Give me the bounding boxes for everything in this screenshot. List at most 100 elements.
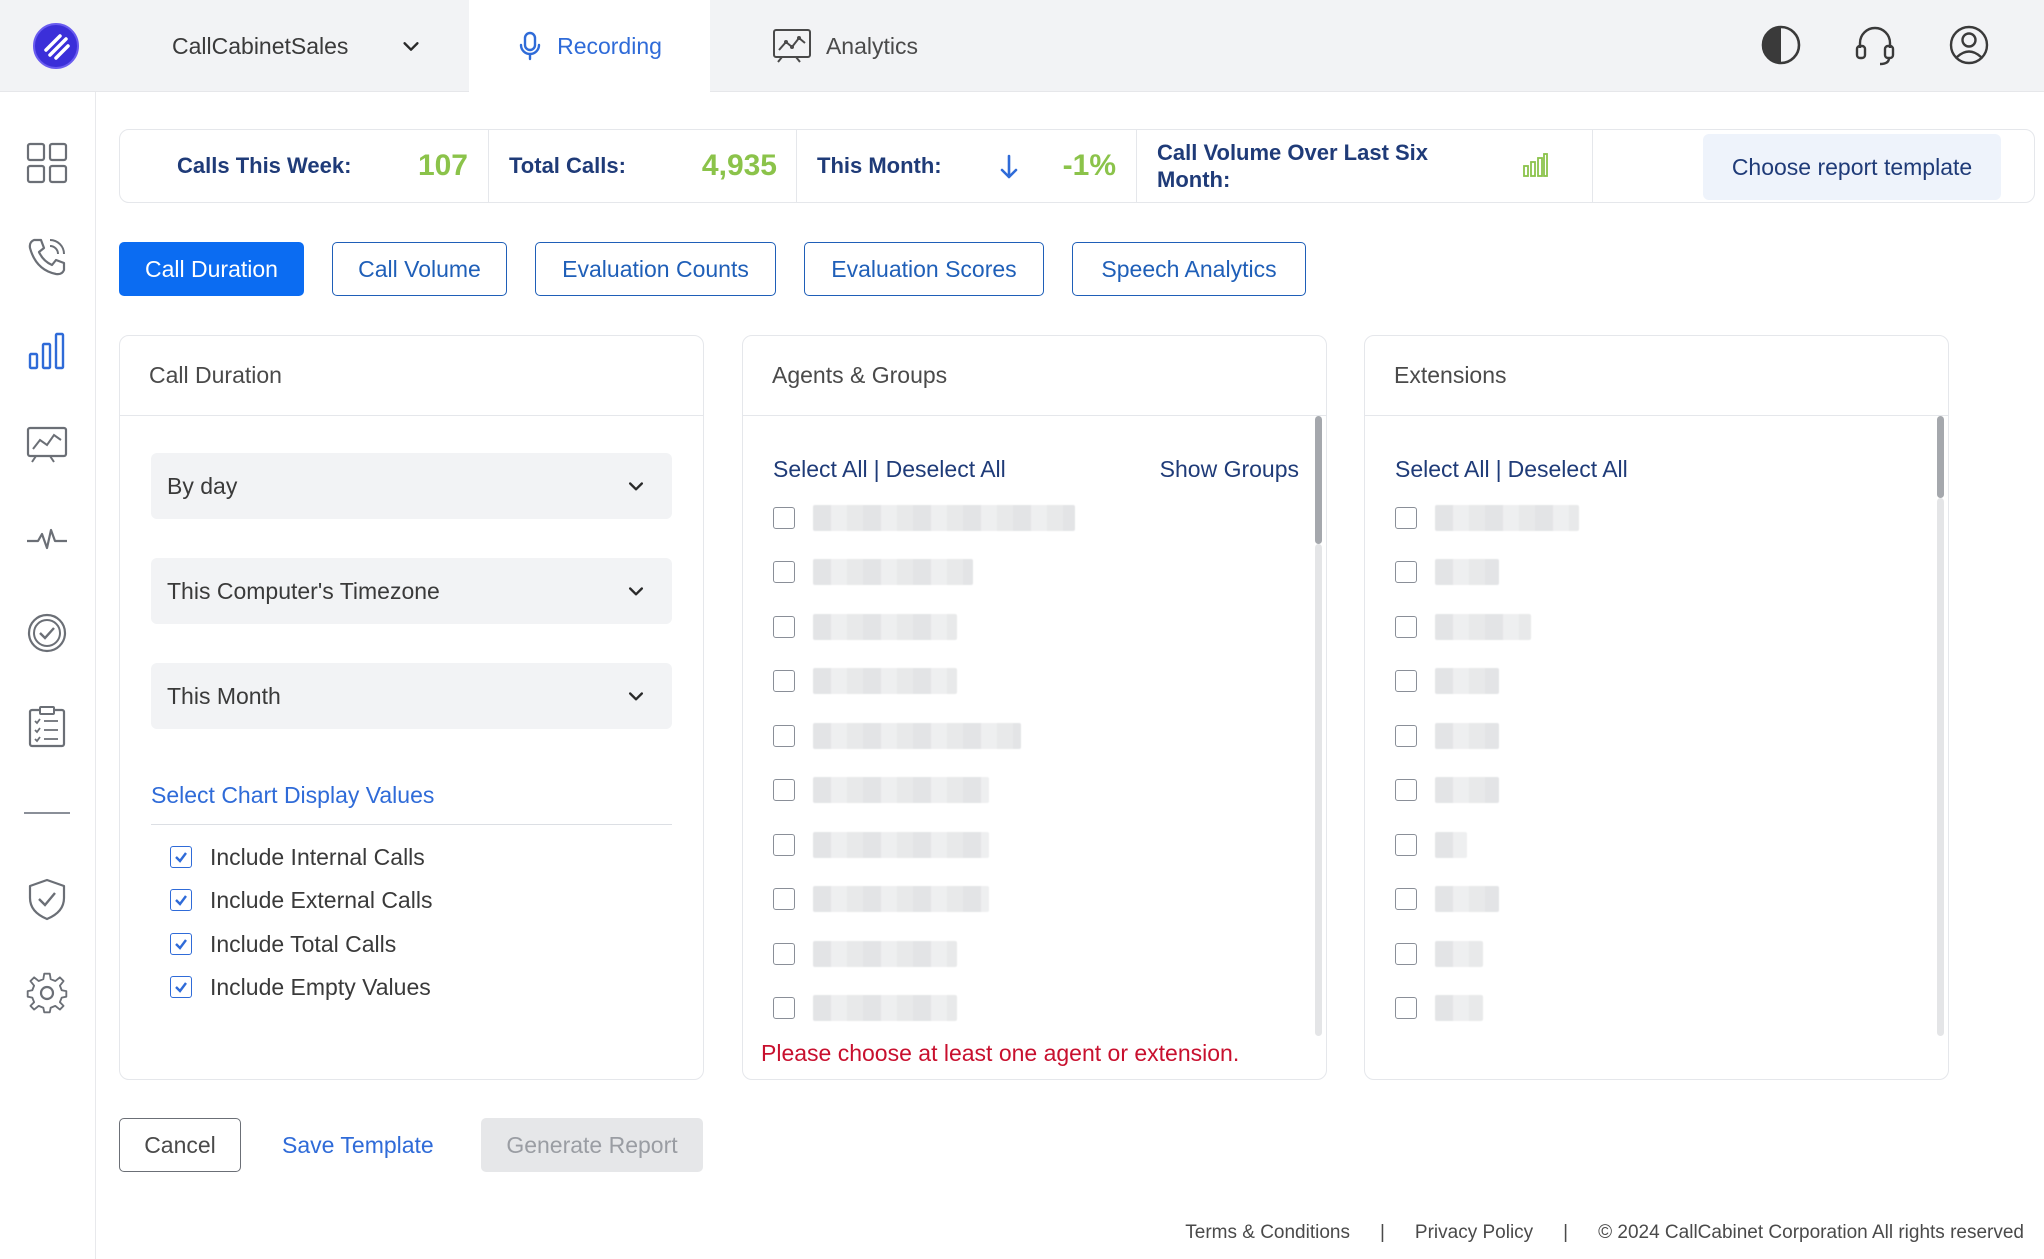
list-item[interactable] (1395, 557, 1499, 587)
checklist-icon[interactable] (24, 704, 70, 750)
analytics-icon[interactable] (24, 422, 70, 468)
option-include-internal-calls[interactable]: Include Internal Calls (170, 842, 425, 872)
extensions-deselect-all-link[interactable]: Deselect All (1508, 456, 1628, 483)
tab-recording[interactable]: Recording (469, 0, 710, 92)
checkbox[interactable] (773, 997, 795, 1019)
checkbox[interactable] (773, 888, 795, 910)
checkbox[interactable] (773, 834, 795, 856)
checkbox[interactable] (773, 670, 795, 692)
report-type-evaluation-counts[interactable]: Evaluation Counts (535, 242, 776, 296)
timezone-dropdown[interactable]: This Computer's Timezone (151, 558, 672, 624)
period-dropdown[interactable]: This Month (151, 663, 672, 729)
checkbox-checked[interactable] (170, 846, 192, 868)
list-item[interactable] (1395, 830, 1467, 860)
show-groups-link[interactable]: Show Groups (1160, 456, 1299, 483)
list-item[interactable] (1395, 666, 1499, 696)
settings-icon[interactable] (24, 970, 70, 1016)
callcabinet-logo-icon[interactable] (30, 20, 82, 72)
report-type-call-duration[interactable]: Call Duration (119, 242, 304, 296)
checkbox-checked[interactable] (170, 933, 192, 955)
list-item[interactable] (1395, 939, 1483, 969)
report-type-call-volume[interactable]: Call Volume (332, 242, 507, 296)
terms-conditions-link[interactable]: Terms & Conditions (1185, 1222, 1350, 1244)
support-headset-icon[interactable] (1852, 22, 1898, 68)
checkbox[interactable] (773, 779, 795, 801)
checkbox[interactable] (1395, 997, 1417, 1019)
redacted-extension (1435, 668, 1499, 694)
list-item[interactable] (1395, 503, 1579, 533)
checkbox[interactable] (773, 943, 795, 965)
list-item[interactable] (773, 557, 973, 587)
list-item[interactable] (1395, 993, 1483, 1023)
list-item[interactable] (773, 939, 957, 969)
generate-report-button[interactable]: Generate Report (481, 1118, 703, 1172)
list-item[interactable] (773, 721, 1021, 751)
stat-total-calls-label: Total Calls: (509, 153, 626, 178)
redacted-agent-name (813, 505, 1075, 531)
checkbox[interactable] (773, 561, 795, 583)
evaluation-icon[interactable] (24, 610, 70, 656)
redacted-agent-name (813, 559, 973, 585)
redacted-extension (1435, 723, 1499, 749)
option-label: Include Empty Values (210, 973, 431, 1000)
list-item[interactable] (1395, 612, 1531, 642)
checkbox[interactable] (1395, 888, 1417, 910)
extensions-scrollbar[interactable] (1937, 416, 1944, 498)
list-item[interactable] (773, 503, 1075, 533)
checkbox[interactable] (1395, 725, 1417, 747)
checkbox-checked[interactable] (170, 976, 192, 998)
checkbox[interactable] (1395, 779, 1417, 801)
select-chart-display-values-link[interactable]: Select Chart Display Values (151, 782, 434, 809)
extensions-select-all-link[interactable]: Select All (1395, 456, 1490, 483)
list-item[interactable] (1395, 721, 1499, 751)
dashboard-icon[interactable] (24, 140, 70, 186)
save-template-button[interactable]: Save Template (282, 1118, 434, 1172)
option-include-external-calls[interactable]: Include External Calls (170, 885, 432, 915)
agents-groups-panel: Agents & Groups Select All | Deselect Al… (742, 335, 1327, 1080)
cancel-button[interactable]: Cancel (119, 1118, 241, 1172)
checkbox[interactable] (1395, 943, 1417, 965)
agents-scrollbar-track[interactable] (1315, 544, 1322, 1036)
checkbox-checked[interactable] (170, 889, 192, 911)
agents-select-all-link[interactable]: Select All (773, 456, 868, 483)
option-include-empty-values[interactable]: Include Empty Values (170, 972, 431, 1002)
reports-icon[interactable] (24, 328, 70, 374)
list-item[interactable] (773, 775, 989, 805)
list-item[interactable] (1395, 775, 1499, 805)
calls-icon[interactable] (24, 234, 70, 280)
tab-analytics[interactable]: Analytics (760, 0, 930, 92)
user-profile-icon[interactable] (1946, 22, 1992, 68)
extensions-scrollbar-track[interactable] (1937, 498, 1944, 1036)
list-item[interactable] (773, 993, 957, 1023)
choose-report-template-button[interactable]: Choose report template (1703, 134, 2001, 200)
checkbox[interactable] (1395, 834, 1417, 856)
redacted-extension (1435, 505, 1579, 531)
checkbox[interactable] (1395, 507, 1417, 529)
list-item[interactable] (773, 612, 957, 642)
checkbox[interactable] (1395, 670, 1417, 692)
checkbox[interactable] (1395, 561, 1417, 583)
option-include-total-calls[interactable]: Include Total Calls (170, 929, 396, 959)
compliance-shield-icon[interactable] (24, 876, 70, 922)
list-item[interactable] (773, 666, 957, 696)
pulse-icon[interactable] (24, 516, 70, 562)
report-type-evaluation-scores[interactable]: Evaluation Scores (804, 242, 1044, 296)
mini-bar-chart-icon[interactable] (1522, 152, 1548, 178)
list-item[interactable] (1395, 884, 1499, 914)
agents-deselect-all-link[interactable]: Deselect All (886, 456, 1006, 483)
checkbox[interactable] (773, 725, 795, 747)
list-item[interactable] (773, 830, 989, 860)
checkmark-icon (175, 895, 187, 906)
agents-scrollbar[interactable] (1315, 416, 1322, 544)
theme-contrast-icon[interactable] (1758, 22, 1804, 68)
grouping-dropdown[interactable]: By day (151, 453, 672, 519)
list-item[interactable] (773, 884, 989, 914)
checkbox[interactable] (773, 507, 795, 529)
report-type-speech-analytics[interactable]: Speech Analytics (1072, 242, 1306, 296)
account-switcher[interactable]: CallCabinetSales (172, 0, 422, 92)
arrow-down-icon (1000, 154, 1018, 179)
stat-calls-this-week-value: 107 (417, 149, 468, 182)
privacy-policy-link[interactable]: Privacy Policy (1415, 1222, 1533, 1244)
checkbox[interactable] (773, 616, 795, 638)
checkbox[interactable] (1395, 616, 1417, 638)
